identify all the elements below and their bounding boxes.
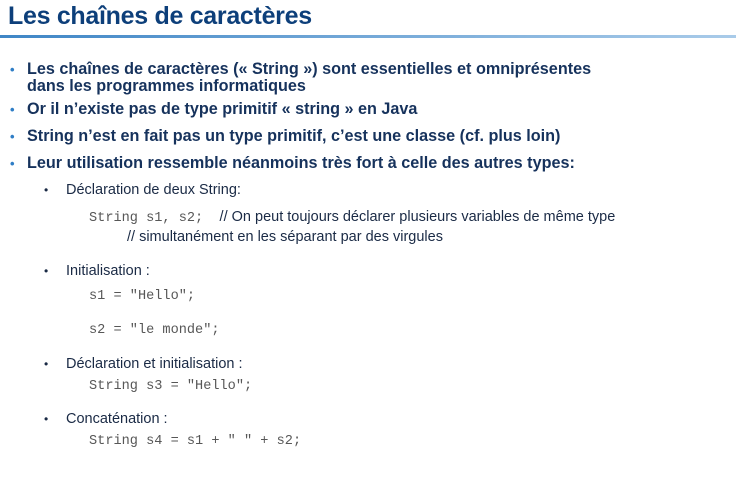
code-declaration-statement: String s1, s2; [89,211,204,226]
code-concatenation: String s4 = s1 + " " + s2; [89,434,302,449]
sub-bullet-declaration-label: Déclaration de deux String: [66,182,241,198]
bullet-marker-icon: • [10,129,15,144]
sub-bullet-declaration-initialisation-label: Déclaration et initialisation : [66,356,243,372]
bullet-marker-icon: • [10,62,15,77]
code-initialisation-1: s1 = "Hello"; [89,289,196,304]
code-declaration: String s1, s2; // On peut toujours décla… [89,209,615,227]
bullet-4-text: Leur utilisation ressemble néanmoins trè… [27,154,575,172]
bullet-1-line-2: dans les programmes informatiques [27,77,306,95]
code-declaration-comment-2: // simultanément en les séparant par des… [127,229,443,245]
code-declaration-comment-1: // On peut toujours déclarer plusieurs v… [219,209,616,225]
sub-bullet-marker-icon: • [44,357,49,371]
sub-bullet-marker-icon: • [44,264,49,278]
sub-bullet-initialisation-label: Initialisation : [66,263,150,279]
bullet-marker-icon: • [10,102,15,117]
title-underline [0,35,736,38]
sub-bullet-marker-icon: • [44,183,49,197]
sub-bullet-concatenation-label: Concaténation : [66,411,168,427]
slide: Les chaînes de caractères • Les chaînes … [0,0,736,477]
code-declaration-initialisation: String s3 = "Hello"; [89,379,253,394]
code-initialisation-2: s2 = "le monde"; [89,323,220,338]
bullet-marker-icon: • [10,156,15,171]
slide-title: Les chaînes de caractères [8,2,312,30]
bullet-2-text: Or il n’existe pas de type primitif « st… [27,100,418,118]
bullet-3-text: String n’est en fait pas un type primiti… [27,127,561,145]
sub-bullet-marker-icon: • [44,412,49,426]
bullet-1-line-1: Les chaînes de caractères (« String ») s… [27,60,592,78]
